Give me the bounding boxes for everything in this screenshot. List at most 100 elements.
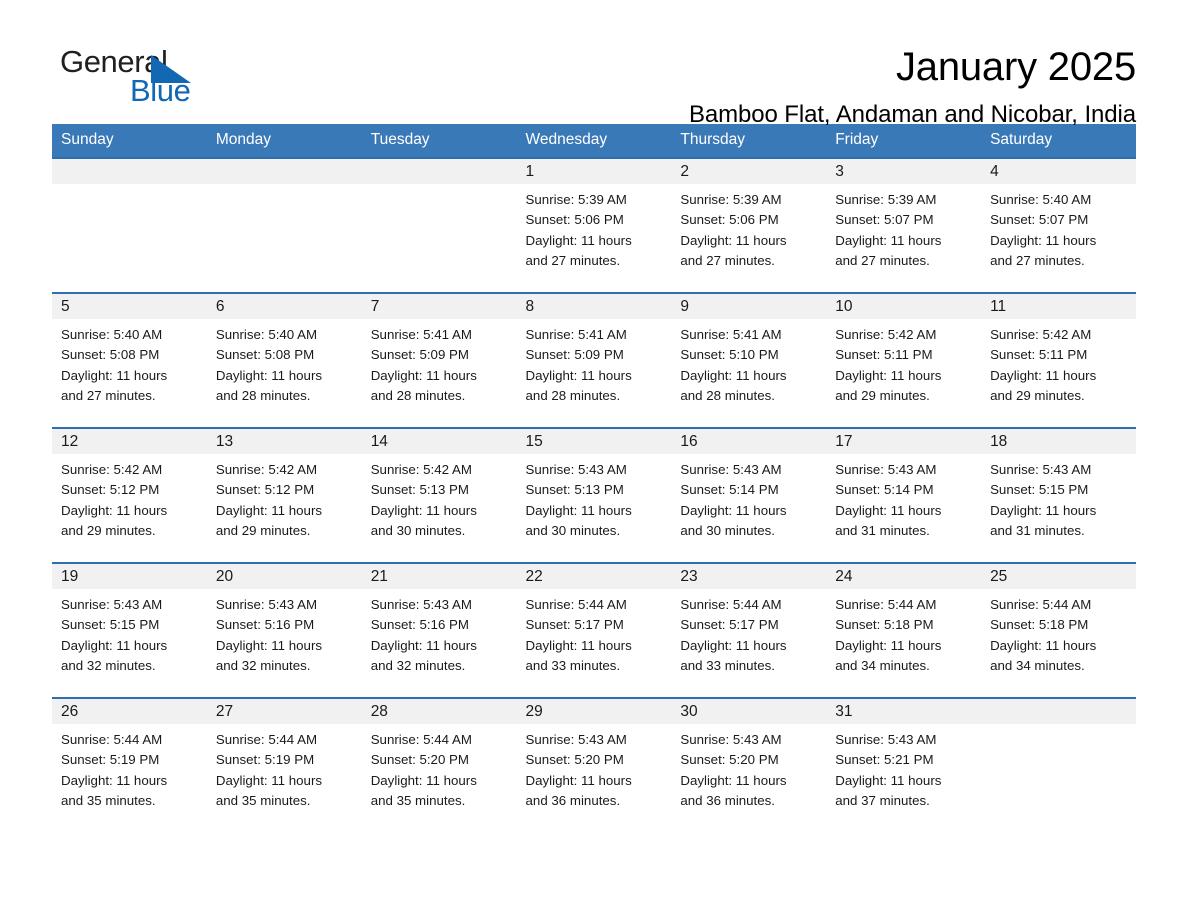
day-number: 22 <box>516 564 672 589</box>
day-sun-details: Sunrise: 5:43 AM Sunset: 5:16 PM Dayligh… <box>215 597 323 673</box>
page-title: January 2025 <box>895 45 1136 89</box>
calendar-day-cell[interactable]: 21 Sunrise: 5:43 AM Sunset: 5:16 PM Dayli… <box>361 562 517 698</box>
calendar-day-cell[interactable]: 12 Sunrise: 5:42 AM Sunset: 5:12 PM Dayli… <box>52 427 207 563</box>
calendar-day-cell[interactable]: 4 Sunrise: 5:40 AM Sunset: 5:07 PM Daylig… <box>981 157 1136 293</box>
calendar-day-cell[interactable]: 7 Sunrise: 5:41 AM Sunset: 5:09 PM Daylig… <box>361 292 517 428</box>
calendar-empty-cell <box>206 157 362 293</box>
calendar-day-cell[interactable]: 28 Sunrise: 5:44 AM Sunset: 5:20 PM Dayli… <box>361 697 517 818</box>
calendar-day-cell[interactable]: 2 Sunrise: 5:39 AM Sunset: 5:06 PM Daylig… <box>671 157 827 293</box>
day-sun-details: Sunrise: 5:39 AM Sunset: 5:06 PM Dayligh… <box>680 192 787 268</box>
day-number: 23 <box>671 564 827 589</box>
calendar-day-cell[interactable]: 17 Sunrise: 5:43 AM Sunset: 5:14 PM Dayli… <box>826 427 982 563</box>
calendar-week-row: 5 Sunrise: 5:40 AM Sunset: 5:08 PM Daylig… <box>52 292 1136 428</box>
calendar-week-row: 26 Sunrise: 5:44 AM Sunset: 5:19 PM Dayli… <box>52 697 1136 818</box>
day-number: 13 <box>206 429 362 454</box>
day-sun-details: Sunrise: 5:42 AM Sunset: 5:12 PM Dayligh… <box>215 462 323 538</box>
calendar-day-cell[interactable]: 22 Sunrise: 5:44 AM Sunset: 5:17 PM Dayli… <box>516 562 672 698</box>
day-sun-details: Sunrise: 5:43 AM Sunset: 5:15 PM Dayligh… <box>990 462 1097 538</box>
calendar-day-cell[interactable]: 30 Sunrise: 5:43 AM Sunset: 5:20 PM Dayli… <box>671 697 827 818</box>
location-subtitle: Bamboo Flat, Andaman and Nicobar, India <box>688 101 1136 129</box>
day-sun-details: Sunrise: 5:40 AM Sunset: 5:07 PM Dayligh… <box>990 192 1097 268</box>
day-number: 6 <box>206 294 362 319</box>
day-number: 5 <box>52 294 207 319</box>
calendar-week-row: 12 Sunrise: 5:42 AM Sunset: 5:12 PM Dayli… <box>52 427 1136 563</box>
weekday-header-sunday: Sunday <box>52 124 207 158</box>
day-number: 12 <box>52 429 207 454</box>
day-number <box>52 159 207 184</box>
calendar-day-cell[interactable]: 18 Sunrise: 5:43 AM Sunset: 5:15 PM Dayli… <box>981 427 1136 563</box>
day-number: 17 <box>826 429 982 454</box>
day-number: 3 <box>826 159 982 184</box>
day-number: 19 <box>52 564 207 589</box>
day-number: 25 <box>981 564 1136 589</box>
calendar-day-cell[interactable]: 29 Sunrise: 5:43 AM Sunset: 5:20 PM Dayli… <box>516 697 672 818</box>
calendar-day-cell[interactable]: 6 Sunrise: 5:40 AM Sunset: 5:08 PM Daylig… <box>206 292 362 428</box>
calendar-day-cell[interactable]: 3 Sunrise: 5:39 AM Sunset: 5:07 PM Daylig… <box>826 157 982 293</box>
day-number: 16 <box>671 429 827 454</box>
day-sun-details: Sunrise: 5:39 AM Sunset: 5:07 PM Dayligh… <box>835 192 942 268</box>
day-number <box>981 699 1136 724</box>
day-sun-details: Sunrise: 5:42 AM Sunset: 5:11 PM Dayligh… <box>990 327 1097 403</box>
day-sun-details: Sunrise: 5:44 AM Sunset: 5:19 PM Dayligh… <box>61 732 168 808</box>
calendar-day-cell[interactable]: 20 Sunrise: 5:43 AM Sunset: 5:16 PM Dayli… <box>206 562 362 698</box>
day-number: 14 <box>361 429 517 454</box>
day-sun-details: Sunrise: 5:41 AM Sunset: 5:10 PM Dayligh… <box>680 327 787 403</box>
calendar-day-cell[interactable]: 23 Sunrise: 5:44 AM Sunset: 5:17 PM Dayli… <box>671 562 827 698</box>
calendar-day-cell[interactable]: 11 Sunrise: 5:42 AM Sunset: 5:11 PM Dayli… <box>981 292 1136 428</box>
day-sun-details: Sunrise: 5:43 AM Sunset: 5:15 PM Dayligh… <box>61 597 168 673</box>
title-block: January 2025 Bamboo Flat, Andaman and Ni… <box>689 44 1136 130</box>
day-sun-details: Sunrise: 5:44 AM Sunset: 5:18 PM Dayligh… <box>835 597 942 673</box>
calendar-day-cell[interactable]: 27 Sunrise: 5:44 AM Sunset: 5:19 PM Dayli… <box>206 697 362 818</box>
day-sun-details: Sunrise: 5:43 AM Sunset: 5:14 PM Dayligh… <box>835 462 942 538</box>
day-sun-details: Sunrise: 5:44 AM Sunset: 5:19 PM Dayligh… <box>215 732 323 808</box>
calendar-day-cell[interactable]: 31 Sunrise: 5:43 AM Sunset: 5:21 PM Dayli… <box>826 697 982 818</box>
day-number: 27 <box>206 699 362 724</box>
calendar-empty-cell <box>361 157 517 293</box>
calendar-day-cell[interactable]: 5 Sunrise: 5:40 AM Sunset: 5:08 PM Daylig… <box>52 292 207 428</box>
day-sun-details: Sunrise: 5:40 AM Sunset: 5:08 PM Dayligh… <box>61 327 168 403</box>
day-number: 2 <box>671 159 827 184</box>
day-number: 18 <box>981 429 1136 454</box>
calendar-day-cell[interactable]: 14 Sunrise: 5:42 AM Sunset: 5:13 PM Dayli… <box>361 427 517 563</box>
weekday-header-wednesday: Wednesday <box>516 124 672 158</box>
calendar-day-cell[interactable]: 25 Sunrise: 5:44 AM Sunset: 5:18 PM Dayli… <box>981 562 1136 698</box>
calendar-empty-cell <box>52 157 207 293</box>
day-sun-details: Sunrise: 5:42 AM Sunset: 5:11 PM Dayligh… <box>835 327 942 403</box>
day-number: 28 <box>361 699 517 724</box>
calendar-day-cell[interactable]: 13 Sunrise: 5:42 AM Sunset: 5:12 PM Dayli… <box>206 427 362 563</box>
general-blue-logo[interactable]: General Blue <box>52 44 242 110</box>
calendar-day-cell[interactable]: 19 Sunrise: 5:43 AM Sunset: 5:15 PM Dayli… <box>52 562 207 698</box>
day-sun-details: Sunrise: 5:42 AM Sunset: 5:12 PM Dayligh… <box>61 462 168 538</box>
day-sun-details: Sunrise: 5:39 AM Sunset: 5:06 PM Dayligh… <box>525 192 632 268</box>
calendar-empty-cell <box>981 697 1136 818</box>
day-number: 11 <box>981 294 1136 319</box>
day-number: 9 <box>671 294 827 319</box>
day-number: 30 <box>671 699 827 724</box>
day-number: 4 <box>981 159 1136 184</box>
day-number: 7 <box>361 294 517 319</box>
day-sun-details: Sunrise: 5:43 AM Sunset: 5:13 PM Dayligh… <box>525 462 632 538</box>
day-number: 15 <box>516 429 672 454</box>
day-sun-details: Sunrise: 5:44 AM Sunset: 5:17 PM Dayligh… <box>525 597 632 673</box>
calendar-day-cell[interactable]: 15 Sunrise: 5:43 AM Sunset: 5:13 PM Dayli… <box>516 427 672 563</box>
day-sun-details: Sunrise: 5:44 AM Sunset: 5:20 PM Dayligh… <box>370 732 477 808</box>
calendar-day-cell[interactable]: 1 Sunrise: 5:39 AM Sunset: 5:06 PM Daylig… <box>516 157 672 293</box>
day-number: 20 <box>206 564 362 589</box>
day-sun-details: Sunrise: 5:43 AM Sunset: 5:20 PM Dayligh… <box>680 732 787 808</box>
weekday-header-tuesday: Tuesday <box>361 124 517 158</box>
day-number: 26 <box>52 699 207 724</box>
day-number: 21 <box>361 564 517 589</box>
day-number: 31 <box>826 699 982 724</box>
calendar-day-cell[interactable]: 10 Sunrise: 5:42 AM Sunset: 5:11 PM Dayli… <box>826 292 982 428</box>
calendar-day-cell[interactable]: 16 Sunrise: 5:43 AM Sunset: 5:14 PM Dayli… <box>671 427 827 563</box>
calendar-day-cell[interactable]: 26 Sunrise: 5:44 AM Sunset: 5:19 PM Dayli… <box>52 697 207 818</box>
calendar-day-cell[interactable]: 9 Sunrise: 5:41 AM Sunset: 5:10 PM Daylig… <box>671 292 827 428</box>
day-sun-details: Sunrise: 5:43 AM Sunset: 5:16 PM Dayligh… <box>370 597 477 673</box>
day-sun-details: Sunrise: 5:43 AM Sunset: 5:21 PM Dayligh… <box>835 732 942 808</box>
day-sun-details: Sunrise: 5:42 AM Sunset: 5:13 PM Dayligh… <box>370 462 477 538</box>
calendar-day-cell[interactable]: 8 Sunrise: 5:41 AM Sunset: 5:09 PM Daylig… <box>516 292 672 428</box>
sunrise-sunset-calendar: Sunday Monday Tuesday Wednesday Thursday Frid… <box>52 124 1136 818</box>
calendar-day-cell[interactable]: 24 Sunrise: 5:44 AM Sunset: 5:18 PM Dayli… <box>826 562 982 698</box>
day-number: 1 <box>516 159 672 184</box>
calendar-page: General Blue January 2025 Bamboo Flat, A… <box>0 0 1188 918</box>
